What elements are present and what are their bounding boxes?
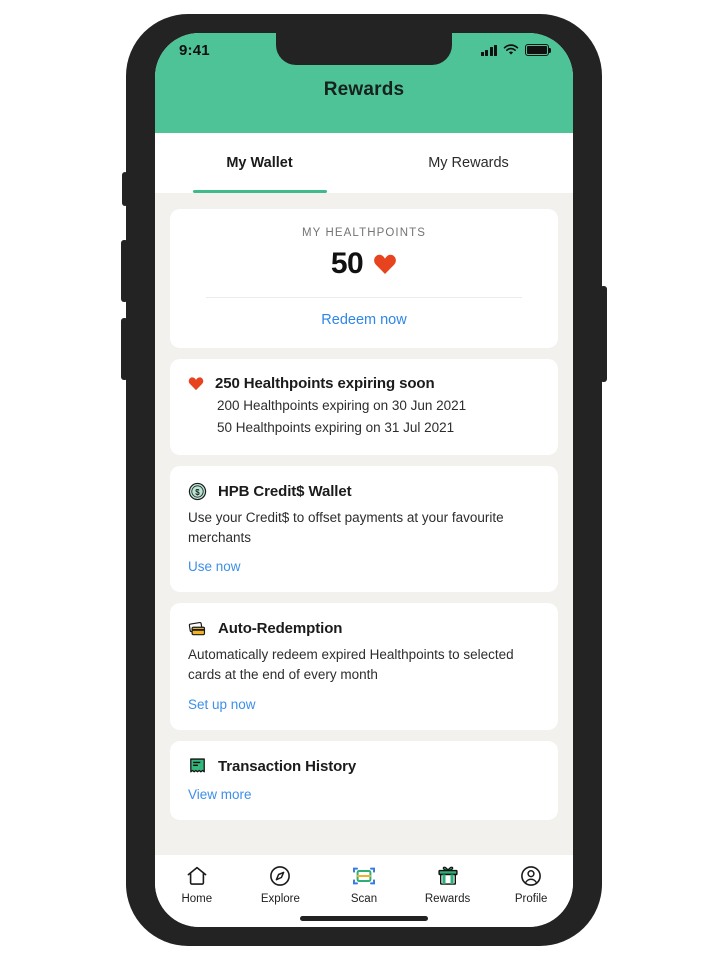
tab-my-rewards-label: My Rewards — [428, 155, 509, 171]
nav-label-profile: Profile — [514, 893, 548, 905]
view-more-link[interactable]: View more — [188, 787, 252, 802]
auto-redemption-header: Auto-Redemption — [188, 619, 540, 638]
cellular-signal-icon — [480, 44, 497, 56]
volume-up-button[interactable] — [121, 240, 128, 302]
receipt-icon — [190, 758, 205, 773]
phone-frame: 9:41 Rewards My Wallet My Rewards MY HEA… — [121, 14, 607, 946]
tab-my-wallet[interactable]: My Wallet — [155, 133, 364, 193]
set-up-now-link[interactable]: Set up now — [188, 697, 256, 712]
wallet-content[interactable]: MY HEALTHPOINTS 50 Redeem now 250 Health… — [155, 193, 573, 855]
expiring-points-header: 250 Healthpoints expiring soon — [188, 375, 540, 392]
home-icon — [187, 866, 207, 885]
scan-qr-icon — [352, 867, 375, 885]
nav-label-rewards: Rewards — [424, 893, 471, 905]
expiring-line-1: 200 Healthpoints expiring on 30 Jun 2021 — [217, 398, 467, 413]
page-title: Rewards — [323, 79, 405, 100]
expiring-points-card: 250 Healthpoints expiring soon 200 Healt… — [170, 359, 558, 455]
heart-icon — [188, 377, 204, 391]
credit-wallet-header: $ HPB Credit$ Wallet — [188, 482, 540, 501]
use-now-link[interactable]: Use now — [188, 559, 241, 574]
nav-item-scan[interactable]: Scan — [322, 864, 406, 905]
dollar-coin-icon: $ — [188, 482, 207, 500]
nav-item-rewards[interactable]: Rewards — [406, 864, 490, 905]
auto-redemption-title: Auto-Redemption — [218, 620, 343, 638]
nav-item-explore[interactable]: Explore — [239, 864, 323, 905]
credit-wallet-title: HPB Credit$ Wallet — [218, 482, 352, 500]
auto-redemption-card: Auto-Redemption Automatically redeem exp… — [170, 603, 558, 730]
healthpoints-value-row: 50 — [188, 247, 540, 281]
nav-label-scan: Scan — [350, 893, 378, 905]
status-bar-time: 9:41 — [179, 41, 210, 59]
screenshot-stage: 9:41 Rewards My Wallet My Rewards MY HEA… — [0, 0, 728, 960]
phone-notch — [276, 33, 452, 65]
svg-text:$: $ — [195, 488, 200, 497]
healthpoints-card: MY HEALTHPOINTS 50 Redeem now — [170, 209, 558, 348]
gift-icon — [437, 866, 458, 885]
transaction-history-card: Transaction History View more — [170, 740, 558, 820]
redeem-now-link[interactable]: Redeem now — [188, 298, 540, 340]
silent-switch-button[interactable] — [122, 172, 128, 206]
heart-icon — [374, 254, 397, 274]
phone-screen: 9:41 Rewards My Wallet My Rewards MY HEA… — [155, 33, 573, 927]
auto-redemption-description: Automatically redeem expired Healthpoint… — [188, 647, 514, 683]
battery-full-icon — [525, 44, 552, 56]
nav-label-home: Home — [181, 893, 213, 905]
expiring-points-lines: 200 Healthpoints expiring on 30 Jun 2021… — [188, 395, 540, 439]
healthpoints-value: 50 — [330, 247, 364, 280]
nav-item-profile[interactable]: Profile — [489, 864, 573, 905]
transaction-history-header: Transaction History — [188, 757, 540, 776]
wifi-icon — [503, 44, 519, 55]
nav-label-explore: Explore — [260, 893, 300, 905]
person-circle-icon — [521, 866, 542, 886]
expiring-line-2: 50 Healthpoints expiring on 31 Jul 2021 — [217, 419, 455, 435]
credit-cards-icon — [188, 622, 206, 636]
power-button[interactable] — [600, 286, 607, 382]
nav-item-home[interactable]: Home — [155, 864, 239, 905]
credit-wallet-description: Use your Credit$ to offset payments at y… — [188, 509, 504, 545]
compass-icon — [270, 866, 291, 886]
transaction-history-title: Transaction History — [218, 757, 357, 775]
home-indicator[interactable] — [300, 916, 428, 921]
tab-my-rewards[interactable]: My Rewards — [364, 133, 573, 193]
status-bar-icons — [480, 44, 552, 56]
volume-down-button[interactable] — [121, 318, 128, 380]
healthpoints-label: MY HEALTHPOINTS — [301, 227, 427, 239]
credit-wallet-card: $ HPB Credit$ Wallet Use your Credit$ to… — [170, 465, 558, 593]
tab-my-wallet-label: My Wallet — [226, 155, 293, 171]
expiring-points-title: 250 Healthpoints expiring soon — [215, 375, 435, 392]
tab-bar: My Wallet My Rewards — [155, 133, 573, 193]
